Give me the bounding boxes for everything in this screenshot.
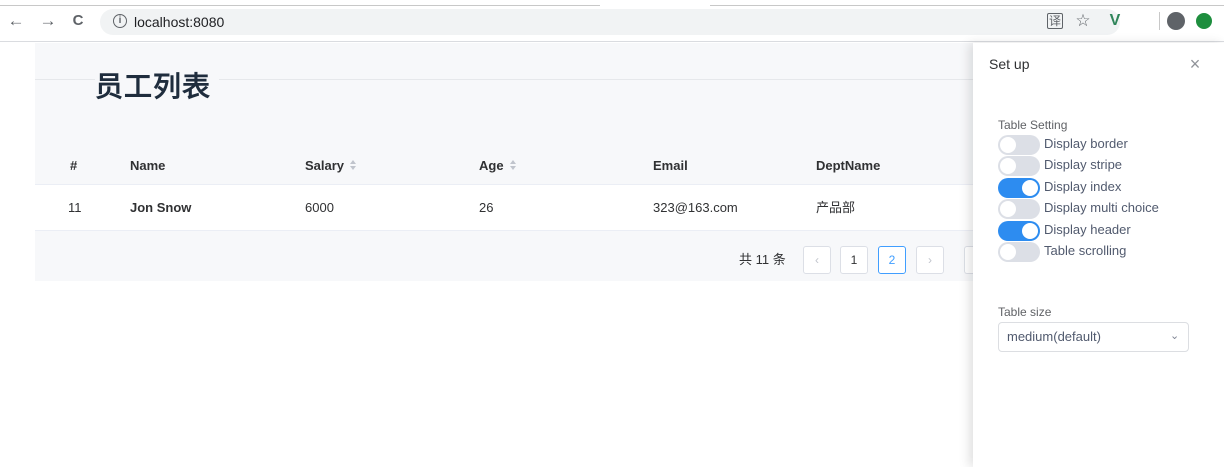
tab-strip [0, 0, 1224, 6]
sort-icon[interactable] [349, 160, 357, 172]
chevron-down-icon: ⌄ [1170, 330, 1180, 342]
tab-divider [710, 5, 1224, 6]
cell-name: Jon Snow [130, 200, 192, 215]
table-setting-label: Table Setting [998, 118, 1068, 132]
toggle-knob [1000, 137, 1016, 153]
column-header-age-label: Age [479, 158, 504, 173]
pagination-prev-button[interactable]: ‹ [803, 246, 831, 274]
vue-devtools-icon[interactable]: V [1106, 12, 1124, 30]
display-border-label: Display border [1044, 136, 1128, 151]
pagination-jumper-input[interactable] [964, 246, 973, 274]
display-stripe-label: Display stripe [1044, 157, 1123, 172]
display-index-label: Display index [1044, 179, 1122, 194]
cell-salary: 6000 [305, 200, 334, 215]
table-size-label: Table size [998, 305, 1052, 319]
pagination-next-button[interactable]: › [916, 246, 944, 274]
tab-divider [0, 5, 600, 6]
column-header-salary-label: Salary [305, 158, 345, 173]
url-text[interactable]: localhost:8080 [134, 14, 224, 30]
table-scrolling-toggle[interactable] [998, 242, 1040, 262]
display-header-toggle[interactable] [998, 221, 1040, 241]
table-size-select[interactable]: medium(default) ⌄ [998, 322, 1189, 352]
drawer-title: Set up [989, 56, 1030, 72]
reload-icon[interactable]: C [68, 11, 88, 31]
pagination-page-1[interactable]: 1 [840, 246, 868, 274]
toggle-knob [1000, 244, 1016, 260]
sort-icon[interactable] [509, 160, 517, 172]
pagination-page-2[interactable]: 2 [878, 246, 906, 274]
info-icon[interactable]: i [113, 14, 127, 28]
pagination-total: 共 11 条 [739, 252, 786, 267]
column-header-dept: DeptName [816, 158, 881, 173]
display-index-toggle[interactable] [998, 178, 1040, 198]
browser-toolbar: ← → C i localhost:8080 译 ☆ V ● ● [0, 0, 1224, 42]
cell-dept: 产品部 [816, 200, 856, 215]
address-bar[interactable]: i localhost:8080 [100, 9, 1120, 35]
cell-age: 26 [479, 200, 494, 215]
settings-drawer: Set up × Table Setting Display border Di… [973, 43, 1224, 467]
display-multi-choice-toggle[interactable] [998, 199, 1040, 219]
star-icon[interactable]: ☆ [1074, 12, 1092, 30]
column-header-salary[interactable]: Salary [305, 147, 357, 185]
toggle-knob [1022, 180, 1038, 196]
cell-email: 323@163.com [653, 200, 738, 215]
display-stripe-toggle[interactable] [998, 156, 1040, 176]
table-scrolling-label: Table scrolling [1044, 243, 1127, 258]
table-header: # Name Salary Age Email DeptName [35, 147, 973, 185]
column-header-index: # [70, 158, 78, 173]
translate-icon[interactable]: 译 [1047, 13, 1063, 29]
column-header-email: Email [653, 158, 688, 173]
main-content: 员工列表 # Name Salary Age Email DeptName 11… [35, 43, 973, 281]
toggle-knob [1000, 201, 1016, 217]
toolbar-separator [1159, 12, 1160, 30]
display-multi-choice-label: Display multi choice [1044, 200, 1159, 215]
forward-icon[interactable]: → [38, 11, 58, 31]
table-size-value: medium(default) [1007, 329, 1101, 344]
toggle-knob [1022, 223, 1038, 239]
cell-index: 11 [68, 200, 82, 215]
column-header-age[interactable]: Age [479, 147, 517, 185]
table-row[interactable]: 11 Jon Snow 6000 26 323@163.com 产品部 [35, 185, 973, 231]
page-title: 员工列表 [95, 65, 220, 105]
column-header-name: Name [130, 158, 166, 173]
display-border-toggle[interactable] [998, 135, 1040, 155]
display-header-label: Display header [1044, 222, 1131, 237]
toggle-knob [1000, 158, 1016, 174]
back-icon[interactable]: ← [6, 11, 26, 31]
extension-icon[interactable]: ● [1196, 13, 1212, 29]
close-icon[interactable]: × [1186, 55, 1204, 73]
profile-icon[interactable]: ● [1167, 12, 1185, 30]
